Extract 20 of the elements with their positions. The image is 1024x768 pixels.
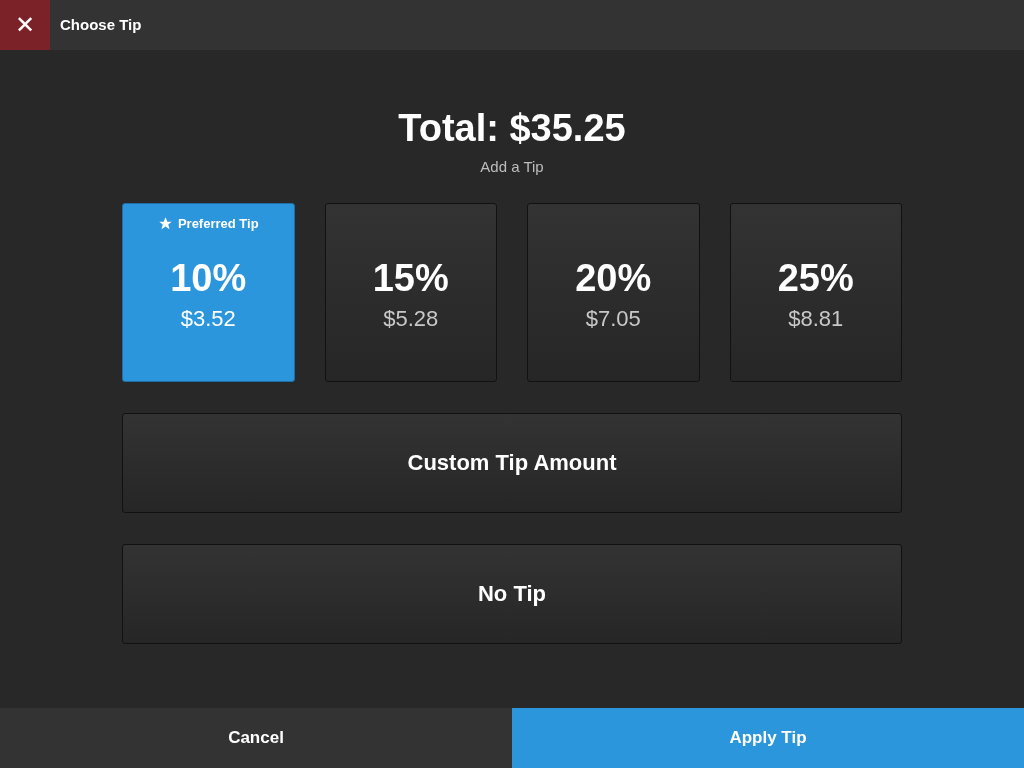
cancel-button[interactable]: Cancel	[0, 708, 512, 768]
preferred-tip-label: Preferred Tip	[177, 214, 259, 233]
tip-percent: 20%	[575, 255, 652, 300]
tip-percent: 10%	[170, 255, 247, 300]
window-title: Choose Tip	[60, 14, 142, 35]
tip-amount: $5.28	[383, 304, 439, 333]
tip-percent: 15%	[372, 255, 449, 300]
tip-option[interactable]: 20% $7.05	[527, 202, 700, 382]
subtitle: Add a Tip	[480, 157, 544, 177]
tip-amount: $8.81	[788, 304, 844, 333]
total-amount: Total: $35.25	[398, 106, 626, 150]
tip-choice-button[interactable]: No Tip	[122, 543, 902, 644]
tip-choice-button[interactable]: Custom Tip Amount	[122, 412, 902, 513]
tip-amount: $7.05	[585, 304, 641, 333]
tip-option[interactable]: 25% $8.81	[729, 202, 902, 382]
tip-amount: $3.52	[180, 304, 236, 333]
tip-percent: 25%	[777, 255, 854, 300]
tip-option[interactable]: 15% $5.28	[324, 202, 497, 382]
star-icon	[157, 215, 173, 231]
close-button[interactable]: ✕	[0, 0, 50, 50]
